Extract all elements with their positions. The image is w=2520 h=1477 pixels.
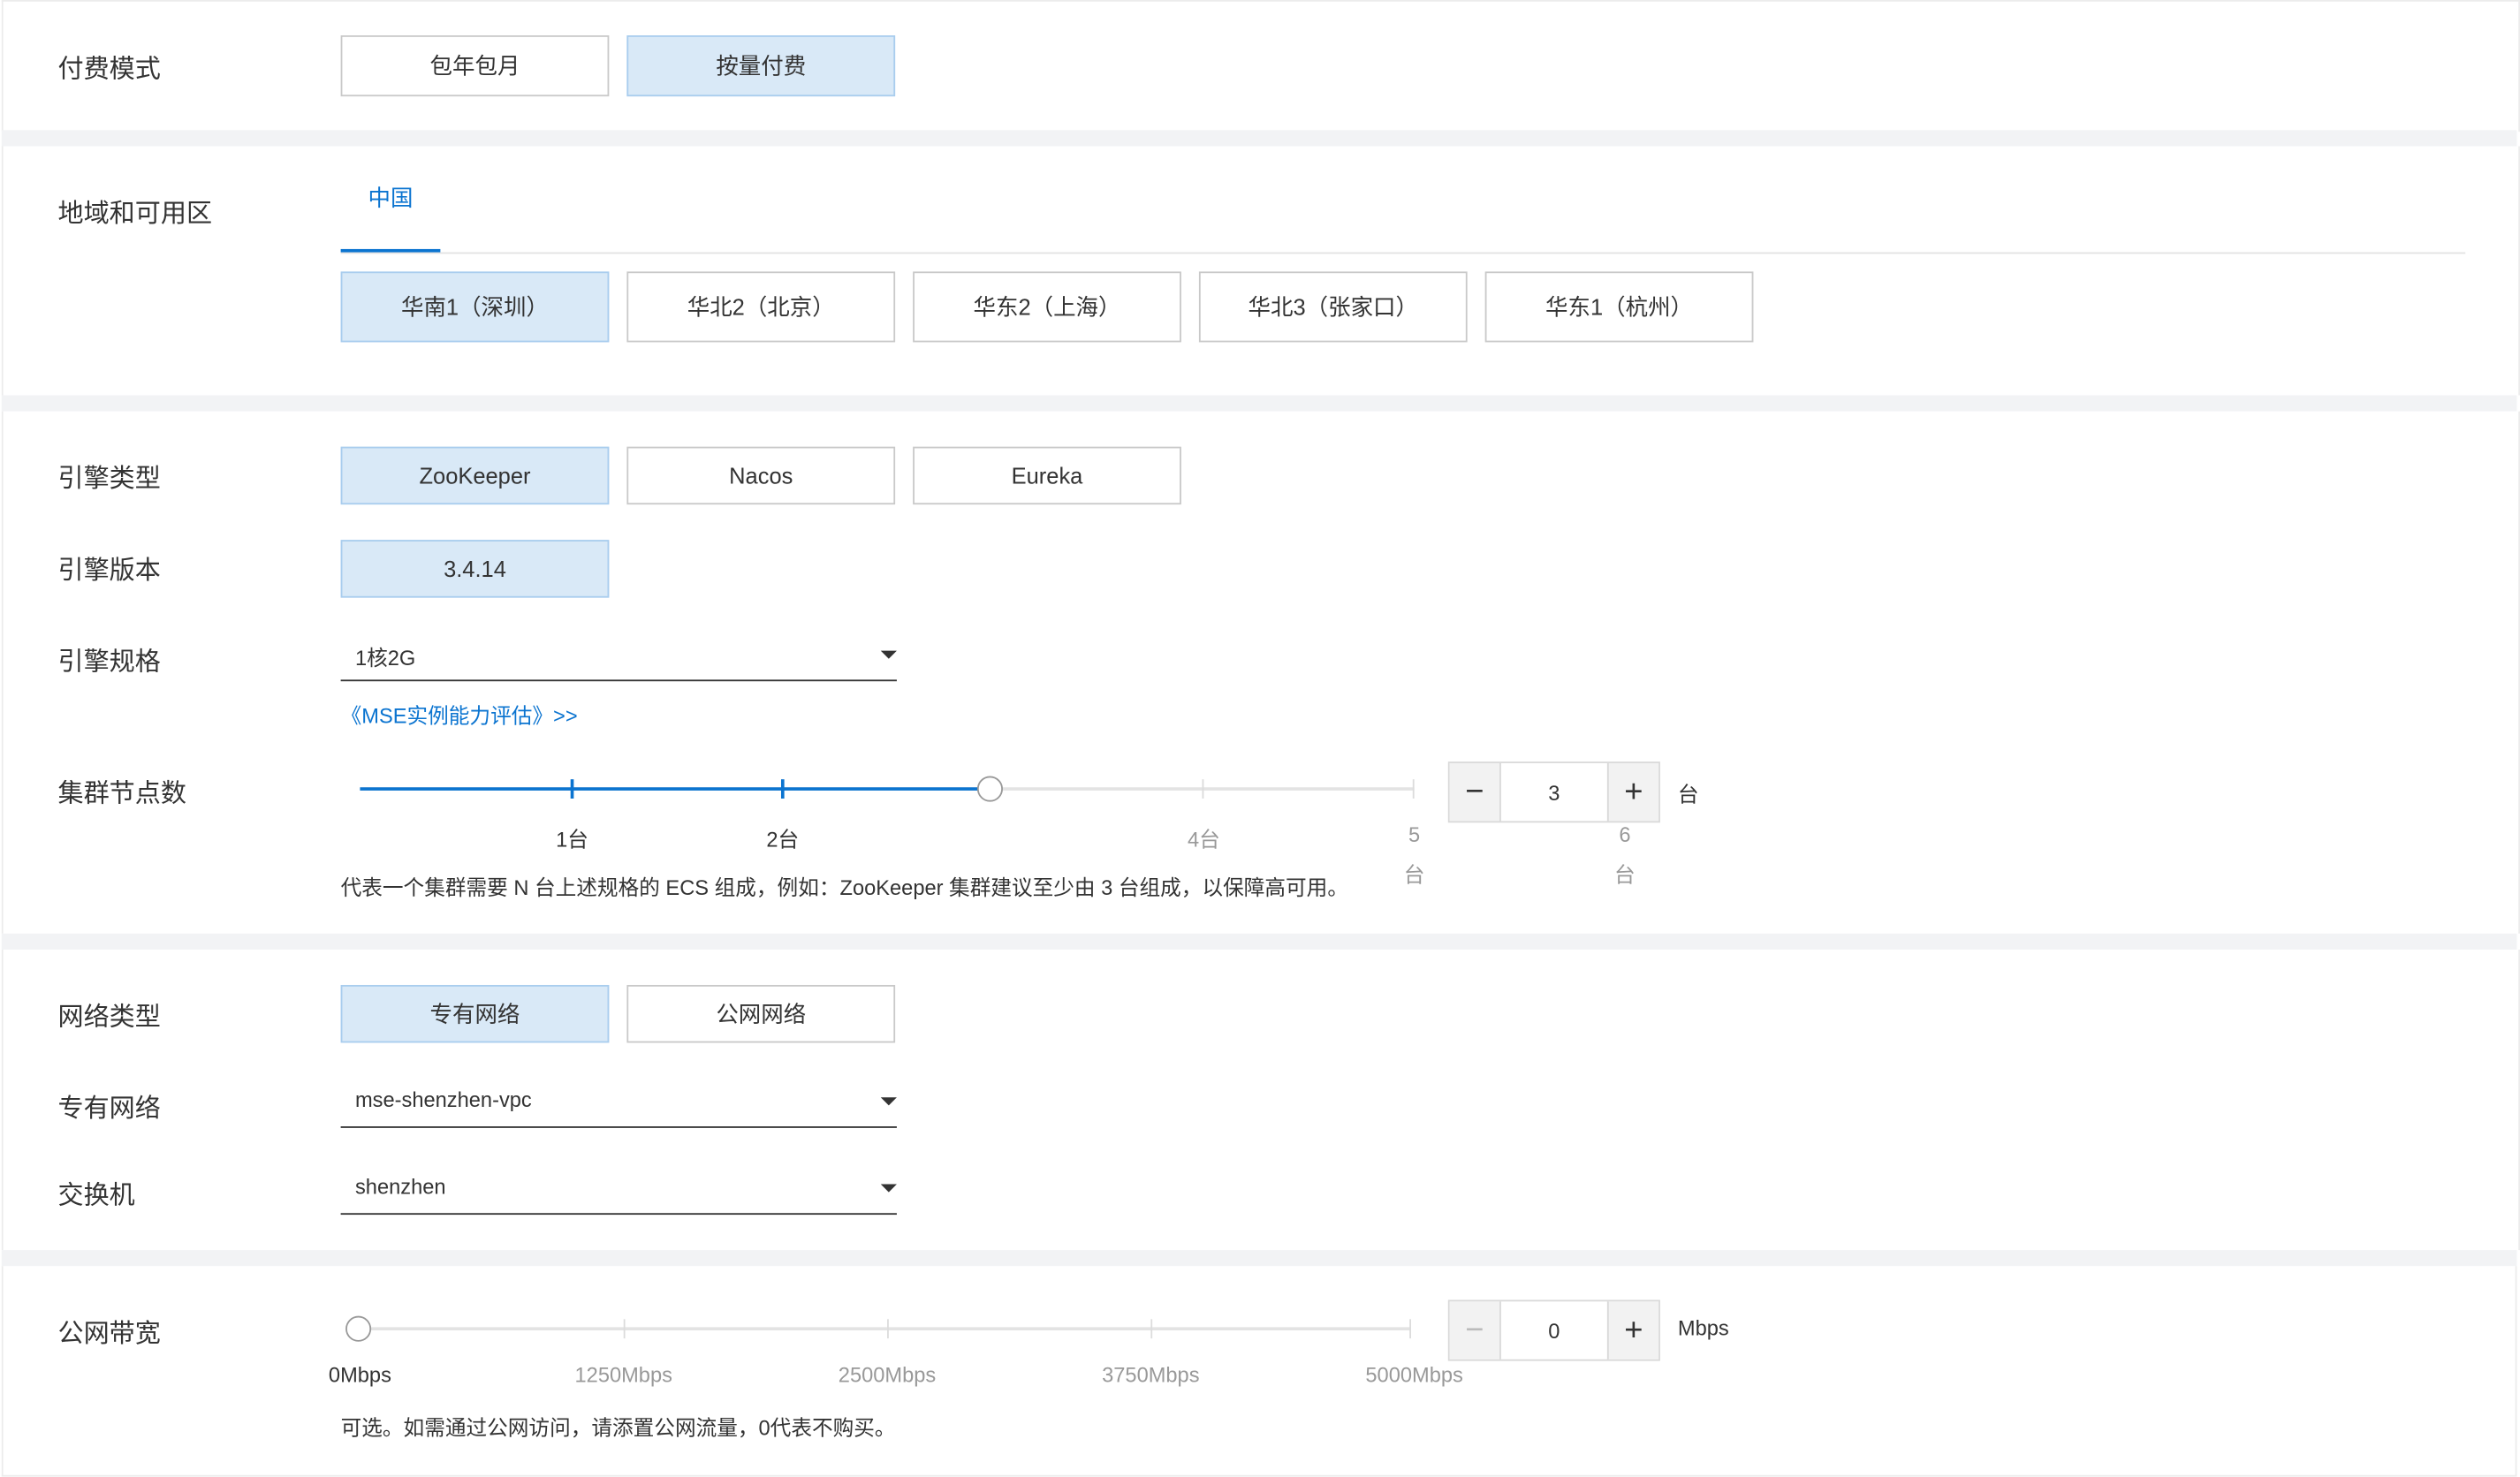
node-tick-label-5-unit: 台: [1403, 862, 1425, 888]
node-tick-label-5: 5: [1408, 822, 1421, 847]
chevron-down-icon: [880, 1097, 897, 1106]
engine-spec-label: 引擎规格: [57, 648, 161, 677]
engine-version-label: 引擎版本: [57, 557, 161, 586]
chevron-down-icon: [880, 1184, 897, 1193]
mse-eval-link[interactable]: 《MSE实例能力评估》>>: [341, 699, 578, 730]
region-option-shanghai[interactable]: 华东2（上海）: [913, 271, 1181, 343]
vpc-label: 专有网络: [57, 1095, 161, 1124]
engine-spec-value: 1核2G: [354, 646, 416, 670]
node-count-input[interactable]: 3: [1501, 763, 1607, 821]
bandwidth-tick-label-5000: 5000Mbps: [1365, 1362, 1463, 1387]
region-section: 地域和可用区 中国 华南1（深圳） 华北2（北京） 华东2（上海） 华北3（张家…: [1, 146, 2520, 396]
node-increment-button[interactable]: +: [1606, 762, 1659, 822]
tab-china[interactable]: 中国: [340, 147, 441, 253]
bandwidth-unit: Mbps: [1677, 1315, 1729, 1340]
node-count-stepper: − 3 +: [1447, 761, 1660, 823]
bandwidth-slider-mark-1: [623, 1319, 626, 1339]
node-slider-mark-4: [1202, 779, 1204, 799]
bandwidth-tick-label-3750: 3750Mbps: [1102, 1362, 1200, 1387]
node-slider-mark-2: [780, 779, 785, 799]
bandwidth-increment-button[interactable]: +: [1606, 1301, 1659, 1360]
engine-type-label: 引擎类型: [57, 466, 161, 494]
vswitch-value: shenzhen: [354, 1174, 446, 1199]
engine-section: 引擎类型 ZooKeeper Nacos Eureka 引擎版本 3.4.14 …: [1, 411, 2520, 934]
node-tick-label-1: 1台: [556, 827, 588, 852]
bandwidth-section: 公网带宽 0Mbps 1250Mbps 2500Mbps 3750Mbps 50…: [1, 1266, 2517, 1477]
engine-version-option[interactable]: 3.4.14: [340, 540, 610, 598]
billing-label: 付费模式: [57, 56, 161, 84]
node-tick-label-6: 6: [1619, 822, 1631, 847]
bandwidth-slider-mark-4: [1409, 1319, 1411, 1339]
bandwidth-slider-handle[interactable]: [345, 1315, 372, 1342]
vpc-value: mse-shenzhen-vpc: [354, 1087, 532, 1112]
billing-option-subscription[interactable]: 包年包月: [340, 35, 610, 97]
bandwidth-decrement-button[interactable]: −: [1449, 1301, 1501, 1360]
bandwidth-tick-label-2500: 2500Mbps: [838, 1362, 937, 1387]
section-divider: [1, 933, 2517, 950]
engine-spec-select[interactable]: 1核2G: [340, 630, 897, 682]
bandwidth-slider-mark-3: [1150, 1319, 1153, 1339]
region-option-shenzhen[interactable]: 华南1（深圳）: [340, 271, 610, 343]
bandwidth-slider-mark-2: [887, 1319, 889, 1339]
node-slider-fill: [360, 787, 991, 791]
section-divider: [1, 1250, 2517, 1267]
bandwidth-stepper: − 0 +: [1447, 1299, 1660, 1361]
network-type-label: 网络类型: [57, 1004, 161, 1032]
node-tick-label-4: 4台: [1187, 827, 1220, 852]
node-count-unit: 台: [1677, 782, 1699, 807]
node-slider-mark-1: [570, 779, 574, 799]
node-slider-handle[interactable]: [976, 776, 1003, 802]
region-option-beijing[interactable]: 华北2（北京）: [626, 271, 896, 343]
bandwidth-help: 可选。如需通过公网访问，请添置公网流量，0代表不购买。: [340, 1415, 896, 1440]
node-tick-label-2: 2台: [766, 827, 800, 852]
engine-type-nacos[interactable]: Nacos: [626, 446, 896, 505]
network-type-public[interactable]: 公网网络: [626, 984, 896, 1043]
bandwidth-label: 公网带宽: [57, 1321, 161, 1349]
network-section: 网络类型 专有网络 公网网络 专有网络 mse-shenzhen-vpc 交换机…: [1, 949, 2520, 1251]
section-divider: [1, 395, 2517, 412]
vpc-select[interactable]: mse-shenzhen-vpc: [340, 1077, 897, 1128]
network-type-vpc[interactable]: 专有网络: [340, 984, 610, 1043]
purchase-form: 付费模式 包年包月 按量付费 地域和可用区 中国 华南1（深圳） 华北2（北京）…: [0, 0, 2520, 1477]
node-count-help: 代表一个集群需要 N 台上述规格的 ECS 组成，例如：ZooKeeper 集群…: [340, 875, 1348, 900]
node-slider-mark-5: [1412, 779, 1415, 799]
engine-type-zookeeper[interactable]: ZooKeeper: [340, 446, 610, 505]
chevron-down-icon: [880, 650, 897, 659]
bandwidth-tick-label-1250: 1250Mbps: [574, 1362, 672, 1387]
vswitch-label: 交换机: [57, 1182, 135, 1210]
section-divider: [1, 130, 2517, 147]
bandwidth-tick-label-0: 0Mbps: [328, 1362, 391, 1387]
node-tick-label-6-unit: 台: [1614, 862, 1636, 888]
region-option-hangzhou[interactable]: 华东1（杭州）: [1484, 271, 1754, 343]
engine-type-eureka[interactable]: Eureka: [913, 446, 1181, 505]
bandwidth-input[interactable]: 0: [1501, 1301, 1607, 1359]
vswitch-select[interactable]: shenzhen: [340, 1163, 897, 1216]
node-decrement-button[interactable]: −: [1449, 762, 1501, 822]
region-option-zhangjiakou[interactable]: 华北3（张家口）: [1198, 271, 1468, 343]
billing-section: 付费模式 包年包月 按量付费: [1, 0, 2520, 133]
bandwidth-slider-track[interactable]: [360, 1327, 1411, 1331]
region-label: 地域和可用区: [57, 201, 213, 229]
region-tabbar: 中国: [340, 147, 2466, 254]
billing-option-pay-as-you-go[interactable]: 按量付费: [626, 35, 896, 97]
node-count-label: 集群节点数: [57, 780, 187, 808]
